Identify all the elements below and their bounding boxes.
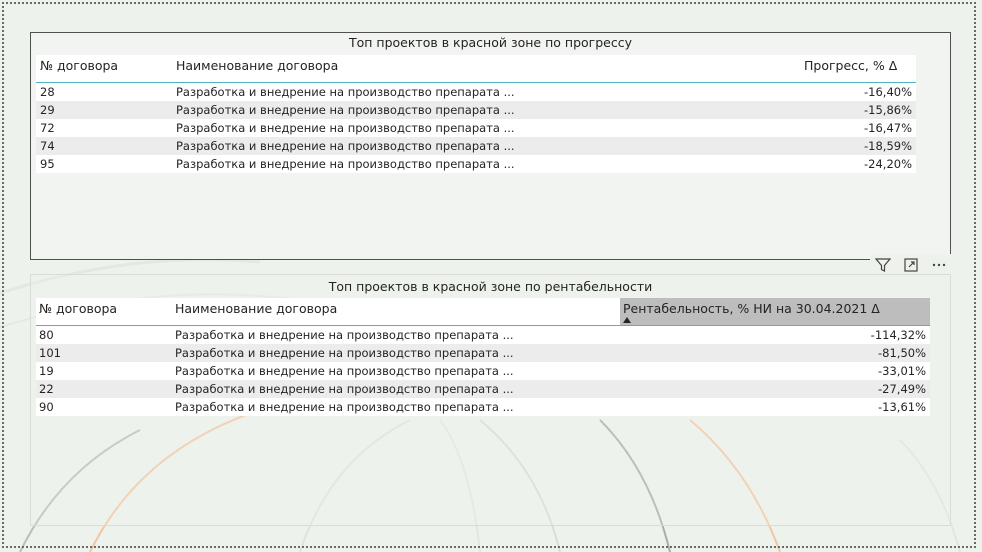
cell-contract-name: Разработка и внедрение на производство п…	[176, 121, 515, 135]
cell-contract-number: 19	[39, 364, 54, 378]
cell-contract-name: Разработка и внедрение на производство п…	[176, 139, 515, 153]
cell-contract-name: Разработка и внедрение на производство п…	[175, 382, 514, 396]
cell-contract-name: Разработка и внедрение на производство п…	[176, 157, 515, 171]
table-row[interactable]: 90 Разработка и внедрение на производств…	[36, 398, 930, 416]
sort-ascending-icon	[623, 317, 631, 323]
cell-profitability: -27,49%	[878, 382, 926, 396]
filter-icon[interactable]	[874, 256, 892, 274]
table-row[interactable]: 29 Разработка и внедрение на производств…	[36, 101, 916, 119]
table-row[interactable]: 72 Разработка и внедрение на производств…	[36, 119, 916, 137]
table-title: Топ проектов в красной зоне по рентабель…	[328, 279, 653, 294]
column-header-contract-name[interactable]: Наименование договора	[176, 58, 338, 73]
table-body: 28 Разработка и внедрение на производств…	[36, 83, 916, 173]
cell-progress: -24,20%	[864, 157, 912, 171]
table-row[interactable]: 22 Разработка и внедрение на производств…	[36, 380, 930, 398]
cell-profitability: -33,01%	[878, 364, 926, 378]
visual-header-toolbar	[870, 254, 954, 276]
cell-profitability: -114,32%	[870, 328, 926, 342]
cell-contract-number: 101	[39, 346, 61, 360]
column-header-profitability[interactable]: Рентабельность, % НИ на 30.04.2021 Δ	[623, 301, 880, 316]
progress-table-visual[interactable]: Топ проектов в красной зоне по прогрессу…	[30, 32, 951, 260]
focus-mode-icon[interactable]	[902, 256, 920, 274]
table-grid: № договора Наименование договора Рентабе…	[36, 298, 930, 416]
cell-progress: -16,40%	[864, 85, 912, 99]
table-header-row: № договора Наименование договора Рентабе…	[36, 298, 930, 326]
table-row[interactable]: 95 Разработка и внедрение на производств…	[36, 155, 916, 173]
table-row[interactable]: 28 Разработка и внедрение на производств…	[36, 83, 916, 101]
column-header-contract-name[interactable]: Наименование договора	[175, 301, 337, 316]
table-grid: № договора Наименование договора Прогрес…	[36, 55, 916, 173]
table-row[interactable]: 74 Разработка и внедрение на производств…	[36, 137, 916, 155]
profitability-table-visual[interactable]: Топ проектов в красной зоне по рентабель…	[30, 274, 951, 526]
column-header-contract-number[interactable]: № договора	[39, 301, 117, 316]
cell-contract-number: 74	[40, 139, 55, 153]
table-row[interactable]: 80 Разработка и внедрение на производств…	[36, 326, 930, 344]
column-header-contract-number[interactable]: № договора	[40, 58, 118, 73]
cell-contract-number: 22	[39, 382, 54, 396]
cell-contract-number: 90	[39, 400, 54, 414]
table-title: Топ проектов в красной зоне по прогрессу	[349, 35, 632, 50]
cell-contract-number: 29	[40, 103, 55, 117]
cell-contract-number: 80	[39, 328, 54, 342]
cell-contract-name: Разработка и внедрение на производство п…	[175, 400, 514, 414]
cell-contract-number: 72	[40, 121, 55, 135]
cell-contract-name: Разработка и внедрение на производство п…	[176, 103, 515, 117]
cell-progress: -16,47%	[864, 121, 912, 135]
cell-progress: -18,59%	[864, 139, 912, 153]
cell-profitability: -81,50%	[878, 346, 926, 360]
cell-contract-name: Разработка и внедрение на производство п…	[175, 346, 514, 360]
table-header-row: № договора Наименование договора Прогрес…	[36, 55, 916, 101]
cell-contract-number: 95	[40, 157, 55, 171]
cell-contract-name: Разработка и внедрение на производство п…	[176, 85, 515, 99]
more-options-icon[interactable]	[930, 256, 948, 274]
cell-contract-name: Разработка и внедрение на производство п…	[175, 328, 514, 342]
column-header-progress[interactable]: Прогресс, % Δ	[804, 58, 897, 73]
cell-progress: -15,86%	[864, 103, 912, 117]
table-row[interactable]: 19 Разработка и внедрение на производств…	[36, 362, 930, 380]
cell-contract-number: 28	[40, 85, 55, 99]
table-body: 80 Разработка и внедрение на производств…	[36, 326, 930, 416]
cell-profitability: -13,61%	[878, 400, 926, 414]
table-row[interactable]: 101 Разработка и внедрение на производст…	[36, 344, 930, 362]
cell-contract-name: Разработка и внедрение на производство п…	[175, 364, 514, 378]
